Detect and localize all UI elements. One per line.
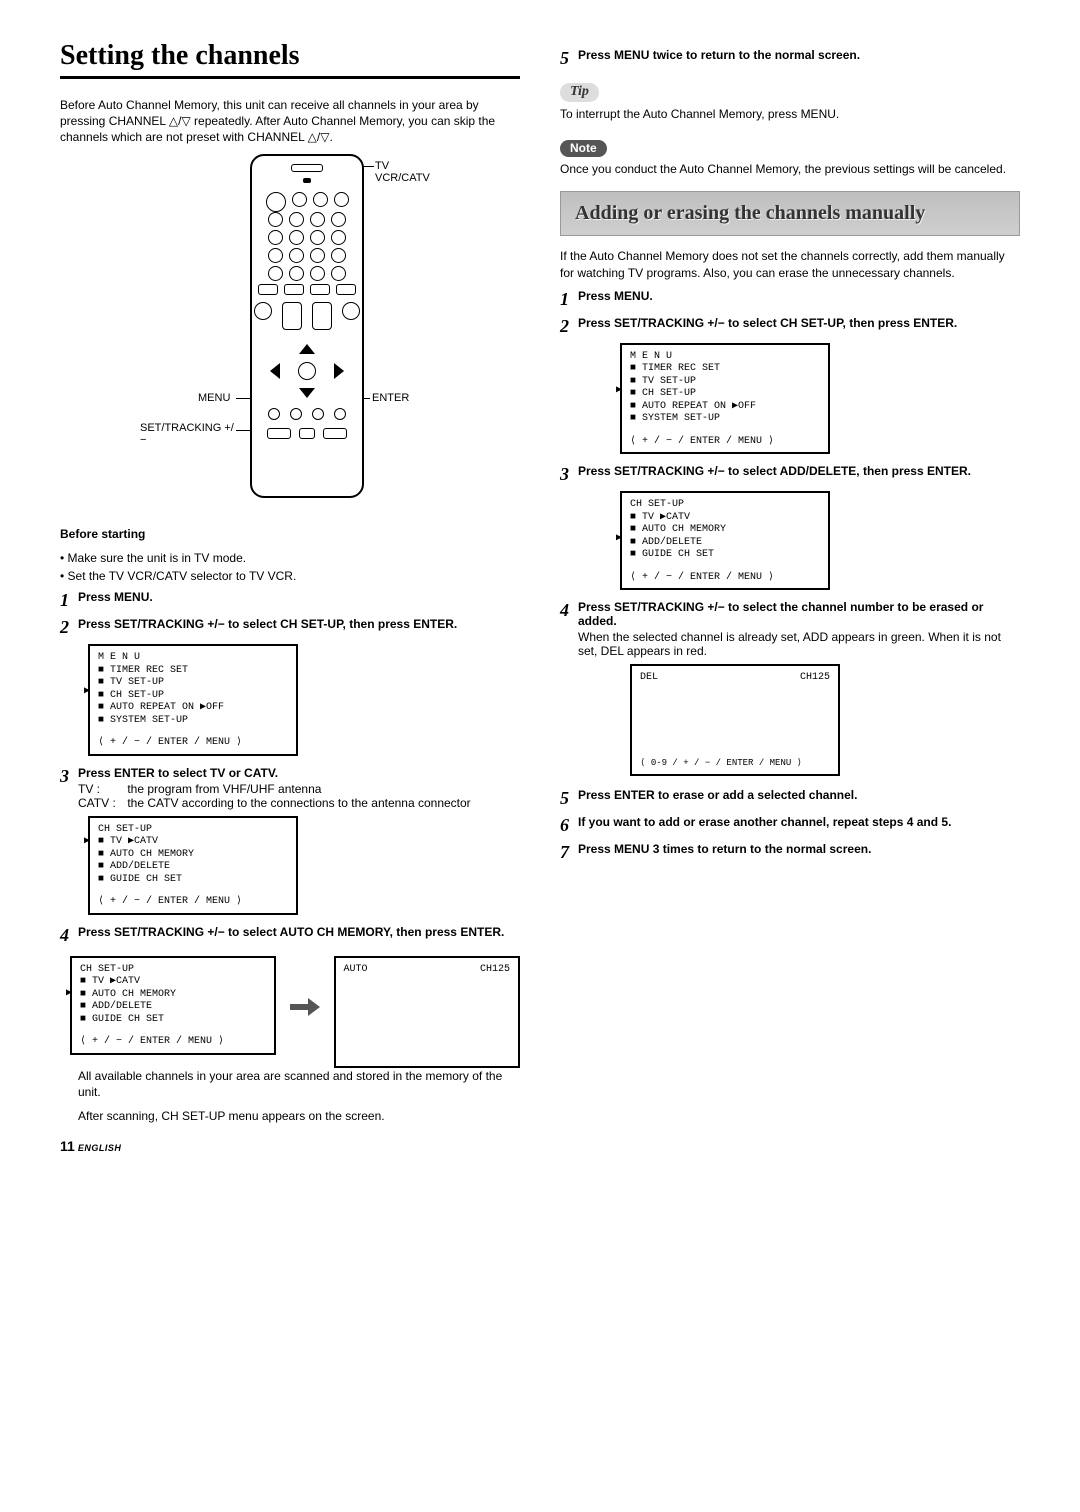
label-set-tracking: SET/TRACKING +/− bbox=[140, 422, 240, 446]
step4-note-1: All available channels in your area are … bbox=[78, 1068, 520, 1100]
left-step-3: 3 Press ENTER to select TV or CATV. TV :… bbox=[60, 766, 520, 810]
right-step-4: 4 Press SET/TRACKING +/− to select the c… bbox=[560, 600, 1020, 658]
step-number: 4 bbox=[60, 925, 78, 946]
left-step-4: 4 Press SET/TRACKING +/− to select AUTO … bbox=[60, 925, 520, 946]
before-item-1: • Make sure the unit is in TV mode. bbox=[60, 550, 520, 566]
step-number: 6 bbox=[560, 815, 578, 836]
right-step-5-top: 5 Press MENU twice to return to the norm… bbox=[560, 48, 1020, 69]
label-enter: ENTER bbox=[372, 392, 409, 404]
remote-body bbox=[250, 154, 364, 498]
menu-screen-2: CH SET-UP ▶ ■ TV ▶CATV ■ AUTO CH MEMORY … bbox=[88, 816, 298, 915]
before-starting-heading: Before starting bbox=[60, 526, 520, 542]
menu-screen-r2: CH SET-UP ■ TV ▶CATV ■ AUTO CH MEMORY ▶ … bbox=[620, 491, 830, 590]
step-number: 1 bbox=[60, 590, 78, 611]
label-tv-vcr-catv: TV VCR/CATV bbox=[375, 160, 440, 184]
right-step-6: 6 If you want to add or erase another ch… bbox=[560, 815, 1020, 836]
step-number: 1 bbox=[560, 289, 578, 310]
left-step-1: 1 Press MENU. bbox=[60, 590, 520, 611]
right-step-7: 7 Press MENU 3 times to return to the no… bbox=[560, 842, 1020, 863]
step-number: 4 bbox=[560, 600, 578, 658]
tip-badge: Tip bbox=[560, 83, 599, 102]
right-step-1: 1 Press MENU. bbox=[560, 289, 1020, 310]
page-footer: 11 ENGLISH bbox=[60, 1138, 520, 1154]
note-text: Once you conduct the Auto Channel Memory… bbox=[560, 161, 1020, 177]
step-number: 2 bbox=[60, 617, 78, 638]
remote-diagram: TV VCR/CATV MENU ENTER SET/TRACKING +/− bbox=[140, 154, 440, 514]
right-step-5: 5 Press ENTER to erase or add a selected… bbox=[560, 788, 1020, 809]
intro-text: Before Auto Channel Memory, this unit ca… bbox=[60, 97, 520, 146]
left-step-2: 2 Press SET/TRACKING +/− to select CH SE… bbox=[60, 617, 520, 638]
menu-screen-3: CH SET-UP ■ TV ▶CATV ▶ ■ AUTO CH MEMORY … bbox=[70, 956, 276, 1055]
arrow-right-icon bbox=[290, 998, 319, 1016]
step-number: 5 bbox=[560, 788, 578, 809]
menu-pair: CH SET-UP ■ TV ▶CATV ▶ ■ AUTO CH MEMORY … bbox=[70, 950, 520, 1068]
note-badge: Note bbox=[560, 140, 607, 157]
auto-scan-screen: AUTO CH125 bbox=[334, 956, 521, 1068]
del-screen: DEL CH125 ⟨ 0-9 / + / − / ENTER / MENU ⟩ bbox=[630, 664, 840, 776]
tip-text: To interrupt the Auto Channel Memory, pr… bbox=[560, 106, 1020, 122]
step-number: 3 bbox=[60, 766, 78, 810]
title-underline bbox=[60, 76, 520, 79]
menu-screen-1: M E N U ■ TIMER REC SET ■ TV SET-UP ▶ ■ … bbox=[88, 644, 298, 756]
menu-screen-r1: M E N U ■ TIMER REC SET ■ TV SET-UP ▶ ■ … bbox=[620, 343, 830, 455]
section-heading: Adding or erasing the channels manually bbox=[560, 191, 1020, 236]
step-number: 7 bbox=[560, 842, 578, 863]
before-item-2: • Set the TV VCR/CATV selector to TV VCR… bbox=[60, 568, 520, 584]
step-number: 2 bbox=[560, 316, 578, 337]
step-number: 3 bbox=[560, 464, 578, 485]
label-menu: MENU bbox=[198, 392, 230, 404]
step-number: 5 bbox=[560, 48, 578, 69]
step4-note-2: After scanning, CH SET-UP menu appears o… bbox=[78, 1108, 520, 1124]
right-step-3: 3 Press SET/TRACKING +/− to select ADD/D… bbox=[560, 464, 1020, 485]
right-step-2: 2 Press SET/TRACKING +/− to select CH SE… bbox=[560, 316, 1020, 337]
page-title: Setting the channels bbox=[60, 40, 520, 72]
section-intro: If the Auto Channel Memory does not set … bbox=[560, 248, 1020, 280]
